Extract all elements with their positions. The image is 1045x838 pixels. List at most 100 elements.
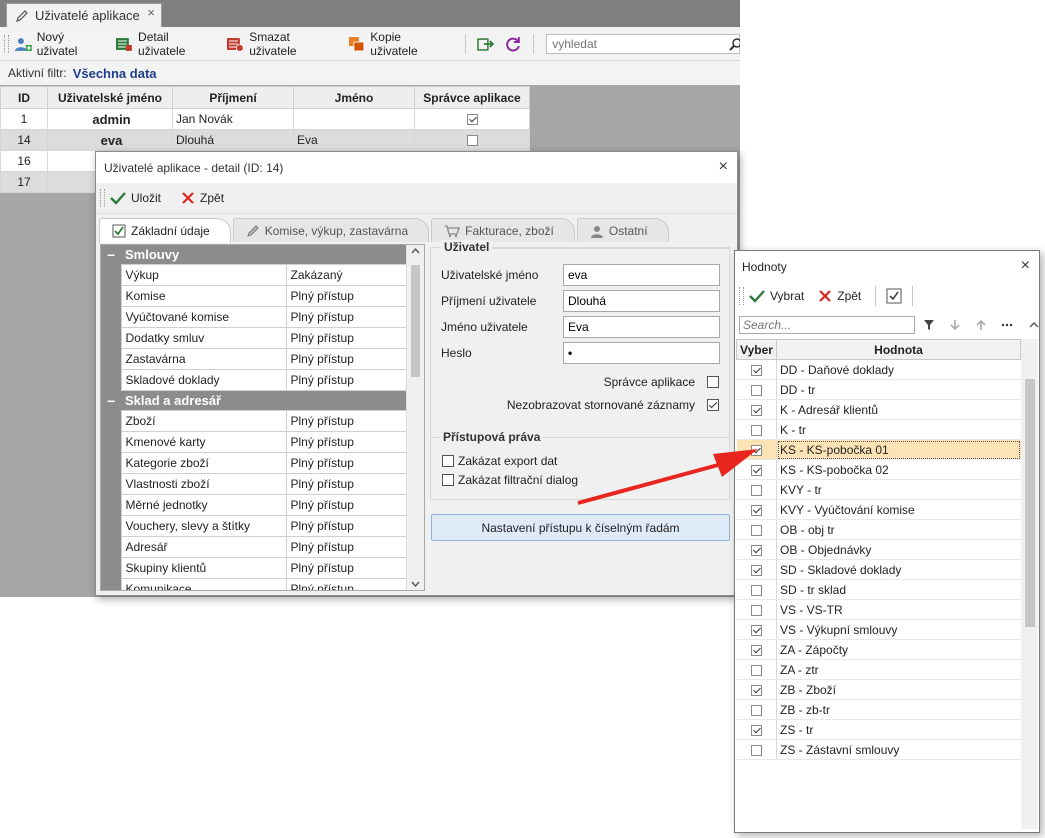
arrow-up-icon[interactable] xyxy=(975,319,987,331)
list-item[interactable]: OB - Objednávky xyxy=(736,539,1021,560)
permission-value[interactable]: Plný přístup xyxy=(285,452,407,474)
values-search-input[interactable] xyxy=(739,316,915,334)
scrollbar-thumb[interactable] xyxy=(411,265,420,377)
permission-value[interactable]: Plný přístup xyxy=(285,536,407,558)
close-icon[interactable]: × xyxy=(1021,257,1030,275)
permission-value[interactable]: Plný přístup xyxy=(285,515,407,537)
save-button[interactable]: Uložit xyxy=(110,191,161,205)
column-header-value[interactable]: Hodnota xyxy=(776,339,1021,360)
first-name-field[interactable] xyxy=(563,316,720,338)
export-checkbox[interactable] xyxy=(442,455,454,467)
permissions-scrollbar[interactable] xyxy=(406,245,424,590)
value-checkbox[interactable] xyxy=(750,484,762,496)
permission-row[interactable]: Vouchery, slevy a štítky Plný přístup xyxy=(101,515,407,537)
search-input[interactable] xyxy=(547,34,723,53)
permission-row[interactable]: Dodatky smluv Plný přístup xyxy=(101,327,407,349)
list-item[interactable]: ZA - Zápočty xyxy=(736,639,1021,660)
permission-value[interactable]: Plný přístup xyxy=(285,410,407,432)
list-item[interactable]: DD - tr xyxy=(736,379,1021,400)
export-checkbox-row[interactable]: Zakázat export dat xyxy=(442,454,557,468)
chevron-up-icon[interactable] xyxy=(1029,321,1039,329)
list-item[interactable]: KVY - tr xyxy=(736,479,1021,500)
permission-value[interactable]: Plný přístup xyxy=(285,494,407,516)
username-field[interactable] xyxy=(563,264,720,286)
permission-value[interactable]: Plný přístup xyxy=(285,327,407,349)
scroll-up-icon[interactable] xyxy=(411,248,420,254)
value-checkbox[interactable] xyxy=(750,464,762,476)
tab-invoicing[interactable]: Fakturace, zboží xyxy=(431,218,575,242)
value-checkbox[interactable] xyxy=(750,444,762,456)
scroll-down-icon[interactable] xyxy=(411,581,420,587)
permission-row[interactable]: Kategorie zboží Plný přístup xyxy=(101,452,407,474)
column-header-admin[interactable]: Správce aplikace xyxy=(414,86,530,109)
value-checkbox[interactable] xyxy=(750,424,762,436)
group-row[interactable]: − Sklad a adresář xyxy=(101,390,407,411)
permission-row[interactable]: Zastavárna Plný přístup xyxy=(101,348,407,370)
permission-row[interactable]: Měrné jednotky Plný přístup xyxy=(101,494,407,516)
permission-row[interactable]: Kmenové karty Plný přístup xyxy=(101,431,407,453)
permission-value[interactable]: Plný přístup xyxy=(285,285,407,307)
list-item[interactable]: KVY - Vyúčtování komise xyxy=(736,499,1021,520)
permission-value[interactable]: Plný přístup xyxy=(285,369,407,391)
hide-cancelled-checkbox[interactable] xyxy=(707,399,719,411)
values-scrollbar[interactable] xyxy=(1021,339,1038,829)
value-checkbox[interactable] xyxy=(750,744,762,756)
list-item[interactable]: DD - Daňové doklady xyxy=(736,359,1021,380)
column-header-id[interactable]: ID xyxy=(0,86,48,109)
permission-row[interactable]: Zboží Plný přístup xyxy=(101,410,407,432)
user-detail-button[interactable]: Detail uživatele xyxy=(115,30,218,58)
permission-value[interactable]: Plný přístup xyxy=(285,473,407,495)
list-item[interactable]: K - tr xyxy=(736,419,1021,440)
value-checkbox[interactable] xyxy=(750,384,762,396)
list-item[interactable]: VS - VS-TR xyxy=(736,599,1021,620)
delete-user-button[interactable]: Smazat uživatele xyxy=(226,30,339,58)
list-item[interactable]: SD - Skladové doklady xyxy=(736,559,1021,580)
permission-row[interactable]: Komise Plný přístup xyxy=(101,285,407,307)
admin-checkbox[interactable] xyxy=(466,135,478,147)
value-checkbox[interactable] xyxy=(750,504,762,516)
value-checkbox[interactable] xyxy=(750,684,762,696)
column-header-select[interactable]: Vyber xyxy=(736,339,777,360)
permission-row[interactable]: Komunikace Plný přístup xyxy=(101,578,407,590)
list-item[interactable]: OB - obj tr xyxy=(736,519,1021,540)
select-all-checkbox-icon[interactable] xyxy=(886,288,902,304)
close-icon[interactable]: × xyxy=(719,158,728,176)
filter-dialog-checkbox-row[interactable]: Zakázat filtrační dialog xyxy=(442,473,578,487)
more-icon[interactable] xyxy=(1001,319,1013,331)
value-checkbox[interactable] xyxy=(750,604,762,616)
group-row[interactable]: − Smlouvy xyxy=(101,245,407,265)
table-row[interactable]: 1 admin Jan Novák xyxy=(0,108,530,130)
value-checkbox[interactable] xyxy=(750,544,762,556)
list-item[interactable]: ZS - Zástavní smlouvy xyxy=(736,739,1021,760)
list-item[interactable]: ZB - Zboží xyxy=(736,679,1021,700)
list-item[interactable]: KS - KS-pobočka 02 xyxy=(736,459,1021,480)
toolbar-grip[interactable] xyxy=(739,287,744,305)
value-checkbox[interactable] xyxy=(750,524,762,536)
copy-user-button[interactable]: Kopie uživatele xyxy=(348,30,451,58)
hide-cancelled-checkbox-row[interactable]: Nezobrazovat stornované záznamy xyxy=(507,398,719,412)
select-button[interactable]: Vybrat xyxy=(749,289,804,303)
permission-row[interactable]: Vyúčtované komise Plný přístup xyxy=(101,306,407,328)
list-item[interactable]: ZS - tr xyxy=(736,719,1021,740)
scrollbar-thumb[interactable] xyxy=(1025,379,1035,627)
arrow-down-icon[interactable] xyxy=(949,319,961,331)
column-header-name[interactable]: Jméno xyxy=(293,86,415,109)
tab-close-icon[interactable]: × xyxy=(147,5,155,20)
toolbar-grip[interactable] xyxy=(100,189,105,207)
filter-dialog-checkbox[interactable] xyxy=(442,474,454,486)
password-field[interactable] xyxy=(563,342,720,364)
value-checkbox[interactable] xyxy=(750,404,762,416)
permission-value[interactable]: Plný přístup xyxy=(285,306,407,328)
filter-icon[interactable] xyxy=(923,319,935,331)
value-checkbox[interactable] xyxy=(750,564,762,576)
collapse-icon[interactable]: − xyxy=(101,245,121,265)
permission-row[interactable]: Adresář Plný přístup xyxy=(101,536,407,558)
value-checkbox[interactable] xyxy=(750,364,762,376)
permission-row[interactable]: Vlastnosti zboží Plný přístup xyxy=(101,473,407,495)
permission-value[interactable]: Plný přístup xyxy=(285,431,407,453)
toolbar-grip[interactable] xyxy=(4,34,9,53)
export-icon[interactable] xyxy=(476,36,495,52)
value-checkbox[interactable] xyxy=(750,584,762,596)
admin-checkbox[interactable] xyxy=(707,376,719,388)
tab-users[interactable]: Uživatelé aplikace × xyxy=(6,3,162,27)
